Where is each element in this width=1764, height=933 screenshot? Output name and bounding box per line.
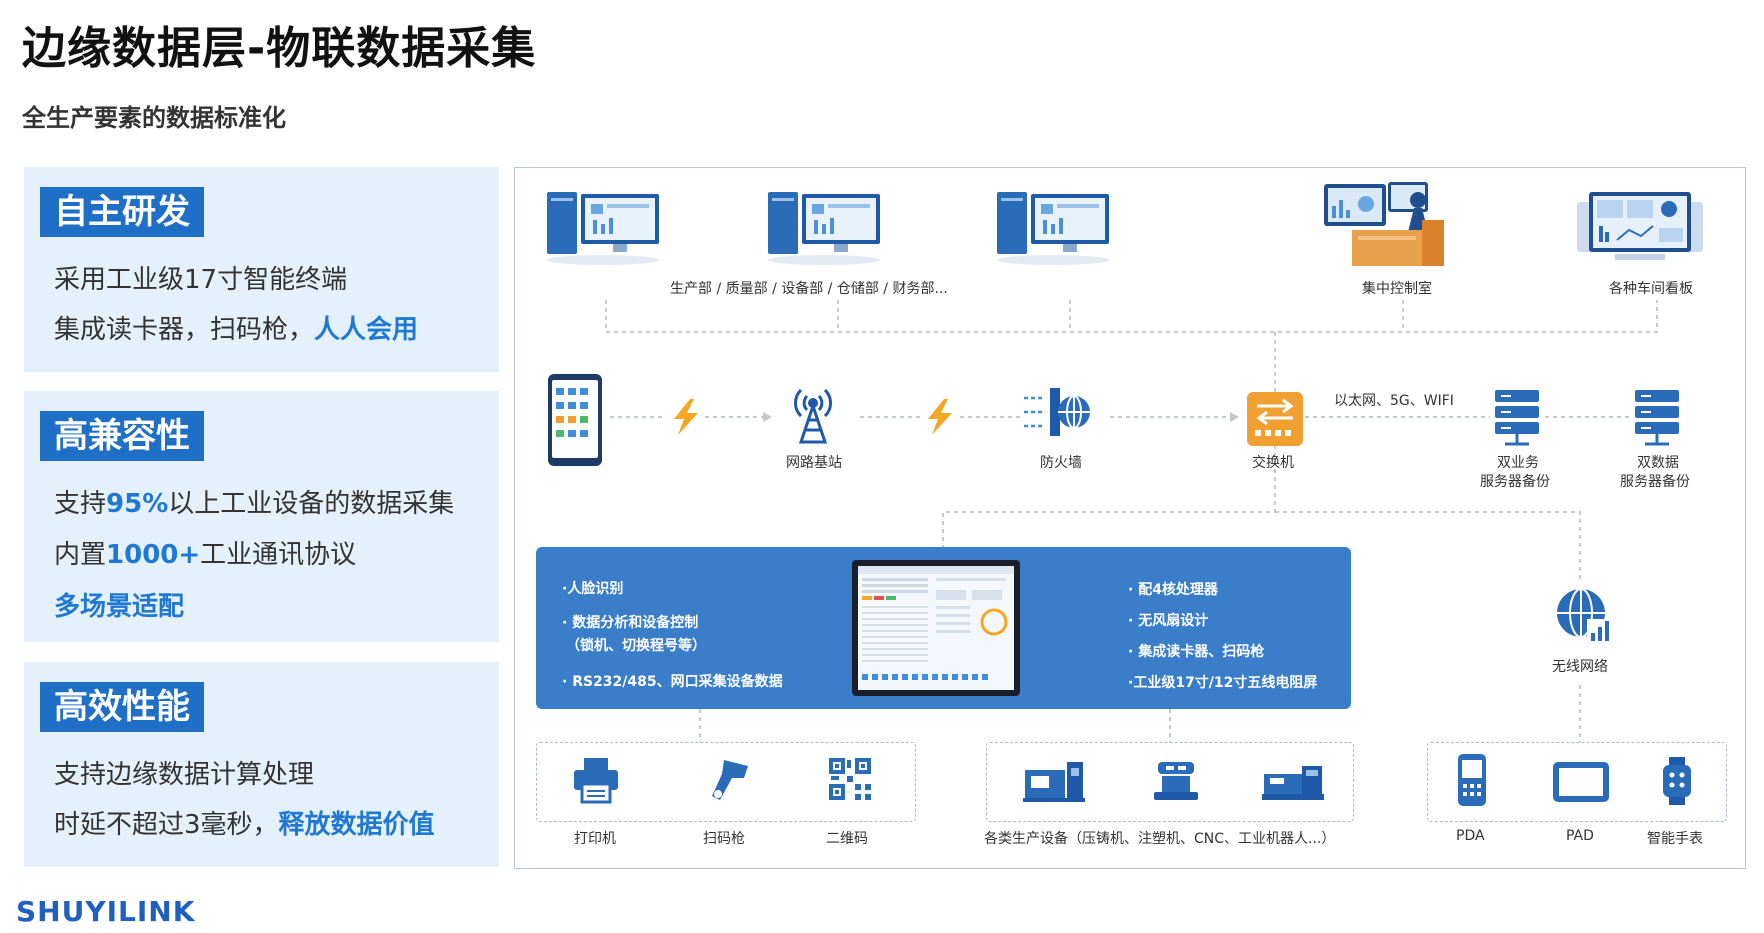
firewall-icon — [1024, 388, 1090, 436]
wireless-network-label: 无线网络 — [1552, 659, 1608, 675]
feature-quad-core: · 配4核处理器 — [1128, 582, 1218, 598]
workshop-board-label: 各种车间看板 — [1609, 281, 1693, 297]
lightning-bolt-icon — [674, 399, 698, 435]
qr-code-icon — [829, 758, 871, 800]
cnc-machine-icon — [1023, 762, 1085, 802]
desktop-computer-icon — [768, 192, 880, 265]
pad-label: PAD — [1566, 828, 1594, 844]
pda-icon — [1458, 754, 1486, 806]
pda-label: PDA — [1456, 828, 1485, 844]
printer-label: 打印机 — [574, 831, 616, 847]
desktop-computer-icon — [997, 192, 1109, 265]
wireless-globe-icon — [1557, 588, 1611, 643]
lightning-bolt-icon — [928, 399, 952, 435]
data-server-label: 双数据 — [1637, 455, 1679, 471]
dashboard-board-icon — [1577, 192, 1703, 260]
departments-label: 生产部 / 质量部 / 设备部 / 仓储部 / 财务部... — [670, 281, 948, 297]
switch-icon — [1247, 392, 1303, 446]
network-type-label: 以太网、5G、WIFI — [1334, 393, 1454, 409]
smartwatch-icon — [1663, 757, 1691, 805]
injection-molding-icon — [1262, 766, 1324, 800]
feature-data-analysis-detail: （锁机、切换程号等） — [566, 638, 706, 654]
production-equipment-label: 各类生产设备（压铸机、注塑机、CNC、工业机器人...） — [984, 831, 1336, 847]
business-server-backup-label: 服务器备份 — [1480, 474, 1550, 490]
firewall-label: 防火墙 — [1040, 455, 1082, 471]
data-server-backup-label: 服务器备份 — [1620, 474, 1690, 490]
smartwatch-label: 智能手表 — [1647, 831, 1703, 847]
control-room-icon — [1324, 182, 1444, 266]
server-icon — [1635, 390, 1679, 446]
desktop-computer-icon — [547, 192, 659, 265]
feature-fanless: · 无风扇设计 — [1128, 613, 1209, 629]
feature-data-analysis: · 数据分析和设备控制 — [562, 615, 699, 631]
feature-card-reader: · 集成读卡器、扫码枪 — [1128, 644, 1265, 660]
printer-icon — [574, 758, 618, 804]
base-station-icon — [794, 388, 832, 444]
terminal-screen-icon — [852, 560, 1020, 696]
tablet-icon — [1553, 762, 1609, 802]
mobile-terminal-icon — [548, 374, 602, 466]
feature-rs232: · RS232/485、网口采集设备数据 — [562, 674, 783, 690]
industrial-robot-icon — [1154, 762, 1198, 800]
server-icon — [1495, 390, 1539, 446]
switch-label: 交换机 — [1252, 455, 1294, 471]
business-server-label: 双业务 — [1497, 455, 1539, 471]
feature-face-recognition: ·人脸识别 — [562, 581, 624, 597]
base-station-label: 网路基站 — [786, 455, 842, 471]
control-room-label: 集中控制室 — [1362, 281, 1432, 297]
barcode-scanner-icon — [712, 760, 748, 800]
qrcode-label: 二维码 — [826, 831, 868, 847]
feature-touchscreen: ·工业级17寸/12寸五线电阻屏 — [1128, 675, 1318, 691]
scanner-label: 扫码枪 — [703, 831, 745, 847]
